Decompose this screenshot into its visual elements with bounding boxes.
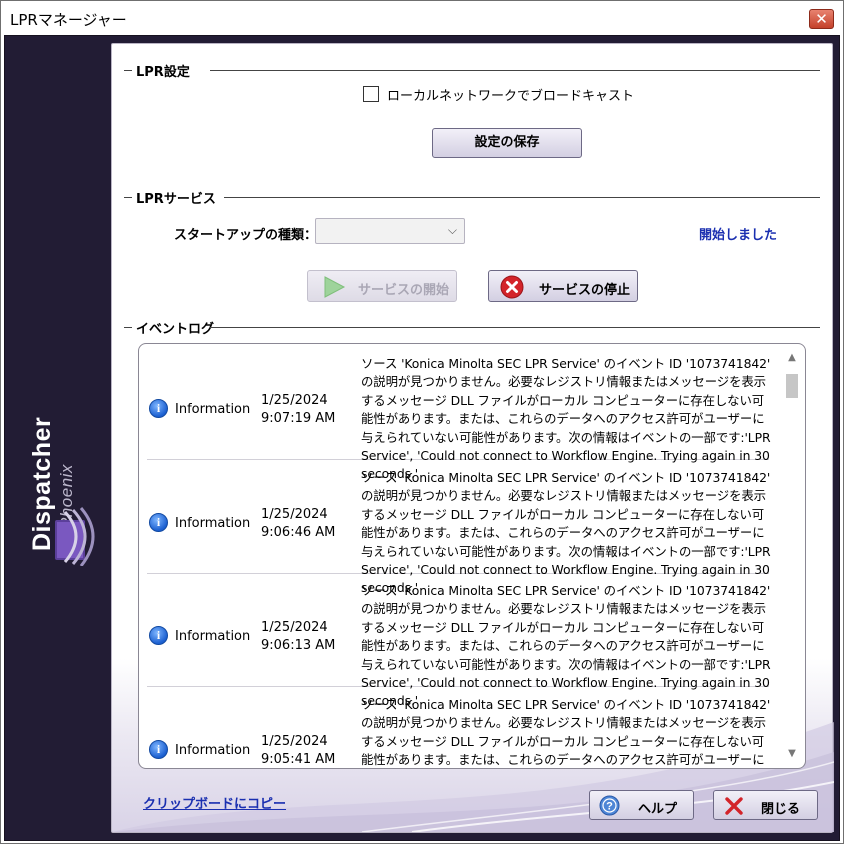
event-level: Information <box>175 516 251 531</box>
event-message: ソース 'Konica Minolta SEC LPR Service' のイベ… <box>361 697 771 768</box>
event-level: Information <box>175 743 251 758</box>
startup-type-select[interactable]: ⌵ <box>315 218 465 244</box>
info-icon: i <box>149 513 168 532</box>
lpr-manager-window: LPRマネージャー ✕ Dispatcher Phoenix LPR設定 ローカ… <box>0 0 844 844</box>
service-status: 開始しました <box>699 228 778 243</box>
event-row[interactable]: i Information 1/25/2024 9:05:41 AM ソース '… <box>147 688 771 768</box>
start-service-button[interactable]: サービスの開始 <box>307 270 457 302</box>
stop-icon <box>500 275 524 299</box>
dispatcher-logo-icon <box>55 507 95 566</box>
event-date: 1/25/2024 <box>261 393 328 408</box>
brand-area: Dispatcher Phoenix <box>21 356 111 596</box>
lpr-settings-header: LPR設定 <box>124 61 820 80</box>
scroll-thumb[interactable] <box>786 374 798 398</box>
event-level: Information <box>175 402 251 417</box>
title-bar[interactable]: LPRマネージャー ✕ <box>1 1 843 35</box>
event-log-scrollbar[interactable]: ▲ ▼ <box>785 352 799 762</box>
close-label: 閉じる <box>761 802 801 817</box>
event-row[interactable]: i Information 1/25/2024 9:07:19 AM ソース '… <box>147 347 771 481</box>
info-icon: i <box>149 399 168 418</box>
event-row[interactable]: i Information 1/25/2024 9:06:13 AM ソース '… <box>147 574 771 708</box>
event-row[interactable]: i Information 1/25/2024 9:06:46 AM ソース '… <box>147 461 771 595</box>
event-date: 1/25/2024 <box>261 620 328 635</box>
svg-text:?: ? <box>606 801 613 813</box>
broadcast-checkbox[interactable] <box>363 86 379 102</box>
lpr-service-header: LPRサービス <box>124 188 820 207</box>
event-time: 9:07:19 AM <box>261 411 336 426</box>
scroll-up-icon[interactable]: ▲ <box>785 352 799 366</box>
save-settings-button[interactable]: 設定の保存 <box>432 128 582 158</box>
event-log-header: イベントログ <box>124 318 820 337</box>
info-icon: i <box>149 626 168 645</box>
help-label: ヘルプ <box>638 802 678 817</box>
event-time: 9:06:13 AM <box>261 638 336 653</box>
play-icon <box>324 276 346 298</box>
help-icon: ? <box>599 795 620 816</box>
broadcast-option[interactable]: ローカルネットワークでブロードキャスト <box>363 85 635 104</box>
info-icon: i <box>149 740 168 759</box>
main-panel: LPR設定 ローカルネットワークでブロードキャスト 設定の保存 LPRサービス … <box>111 43 834 833</box>
chevron-down-icon: ⌵ <box>447 223 457 237</box>
event-date: 1/25/2024 <box>261 734 328 749</box>
help-button[interactable]: ? ヘルプ <box>589 790 694 820</box>
close-icon <box>725 797 743 815</box>
scroll-down-icon[interactable]: ▼ <box>785 748 799 762</box>
event-date: 1/25/2024 <box>261 507 328 522</box>
lpr-settings-title: LPR設定 <box>136 65 190 80</box>
start-service-label: サービスの開始 <box>358 283 450 298</box>
event-log-list[interactable]: i Information 1/25/2024 9:07:19 AM ソース '… <box>138 343 806 769</box>
stop-service-button[interactable]: サービスの停止 <box>488 270 638 302</box>
event-level: Information <box>175 629 251 644</box>
event-time: 9:05:41 AM <box>261 752 336 767</box>
window-title: LPRマネージャー <box>10 11 127 29</box>
event-log-title: イベントログ <box>136 322 215 337</box>
startup-type-label: スタートアップの種類： <box>174 228 318 243</box>
broadcast-label: ローカルネットワークでブロードキャスト <box>387 88 635 104</box>
window-close-button[interactable]: ✕ <box>809 9 834 29</box>
close-button[interactable]: 閉じる <box>713 790 818 820</box>
lpr-service-title: LPRサービス <box>136 192 216 207</box>
copy-to-clipboard-link[interactable]: クリップボードにコピー <box>143 793 286 812</box>
stop-service-label: サービスの停止 <box>539 283 631 298</box>
event-time: 9:06:46 AM <box>261 525 336 540</box>
